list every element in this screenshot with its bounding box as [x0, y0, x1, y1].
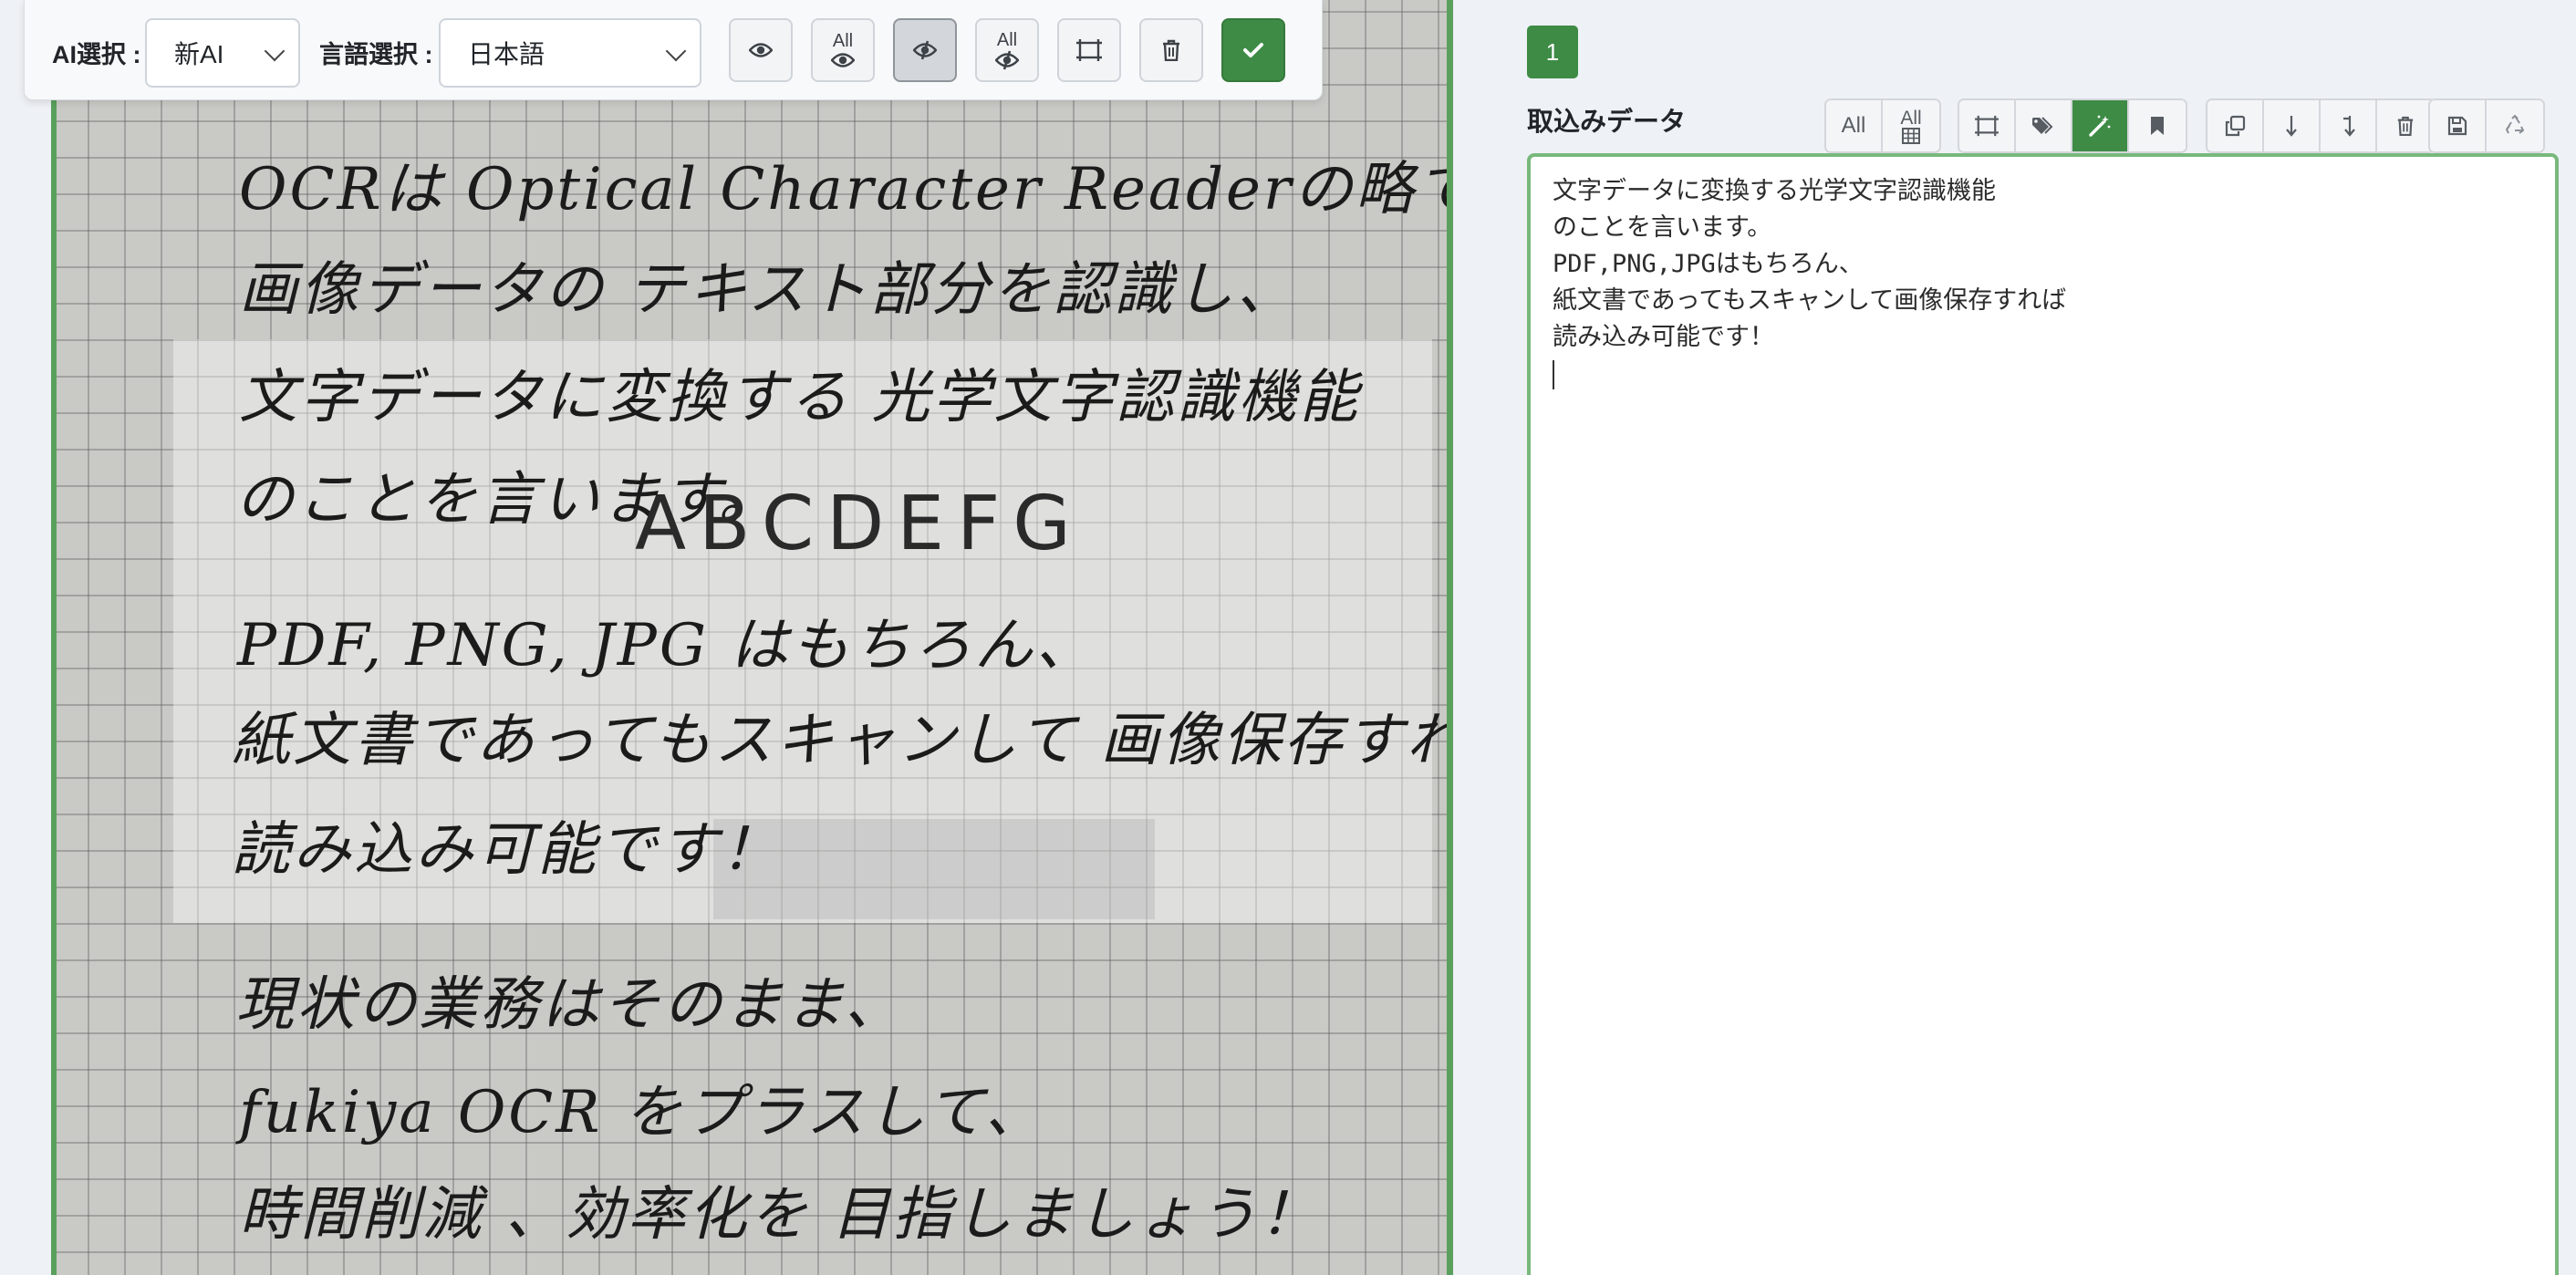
chevron-down-icon	[264, 40, 286, 62]
delete-text-button[interactable]	[2377, 100, 2434, 151]
handwritten-line: OCRは Optical Character Readerの略で、	[239, 156, 1453, 223]
trash-icon	[2397, 116, 2414, 136]
eye-slash-icon	[995, 50, 1019, 69]
handwritten-line: ABCDEFG	[635, 481, 1084, 567]
show-region-button[interactable]	[729, 18, 793, 82]
extracted-data-pane: 1 取込みデータ All All 文字データに変換する光学文字認識機能 のことを…	[1480, 0, 2576, 1275]
crop-region-icon	[1076, 39, 1102, 61]
text-line: PDF,PNG,JPGはもちろん、	[1553, 250, 1864, 278]
text-line: 読み込み可能です！	[1553, 323, 1774, 351]
confirm-button[interactable]	[1221, 18, 1285, 82]
eye-slash-icon	[913, 40, 937, 60]
arrow-turn-down-icon	[2343, 116, 2355, 137]
language-select-label: 言語選択 :	[319, 41, 433, 68]
insert-below-button[interactable]	[2321, 100, 2377, 151]
tags-button[interactable]	[2016, 100, 2072, 151]
table-icon	[1902, 127, 1920, 144]
add-region-button[interactable]	[1057, 18, 1121, 82]
language-select-value: 日本語	[468, 40, 545, 68]
recycle-icon	[2506, 115, 2524, 134]
save-tools-group	[2428, 98, 2545, 153]
edit-tools-group	[2206, 98, 2436, 153]
handwritten-line: 読み込み可能です！	[232, 816, 782, 884]
magic-wand-icon	[2089, 115, 2111, 137]
text-caret	[1553, 359, 1554, 389]
arrow-down-icon	[2286, 116, 2297, 137]
language-select[interactable]: 日本語	[439, 18, 701, 88]
handwritten-line: fukiya OCR をプラスして、	[239, 1079, 1046, 1146]
save-icon	[2447, 116, 2467, 136]
copy-button[interactable]	[2207, 100, 2264, 151]
reset-button[interactable]	[2487, 100, 2543, 151]
hide-all-regions-button[interactable]: All	[975, 18, 1039, 82]
bookmark-icon	[2151, 117, 2164, 135]
delete-region-button[interactable]	[1139, 18, 1203, 82]
handwritten-line: PDF, PNG, JPG はもちろん、	[237, 612, 1097, 679]
eye-icon	[749, 43, 773, 57]
hide-region-button[interactable]	[893, 18, 957, 82]
handwritten-line: 紙文書であってもスキャンして 画像保存すれば	[232, 707, 1453, 774]
ai-select[interactable]: 新AI	[145, 18, 300, 88]
image-toolbar: AI選択 : 新AI 言語選択 : 日本語 All All	[24, 0, 1323, 100]
ai-select-label: AI選択 :	[52, 41, 141, 68]
text-line: のことを言います。	[1553, 213, 1772, 242]
select-all-button[interactable]: All	[1826, 100, 1883, 151]
trash-icon	[1163, 39, 1179, 61]
auto-ocr-button[interactable]	[2072, 100, 2129, 151]
save-button[interactable]	[2430, 100, 2487, 151]
all-label: All	[996, 29, 1018, 50]
text-line: 文字データに変換する光学文字認識機能	[1553, 177, 1996, 205]
document-image[interactable]: OCRは Optical Character Readerの略で、 画像データの…	[51, 0, 1453, 1275]
select-all-group: All All	[1824, 98, 1941, 153]
page-number-badge[interactable]: 1	[1527, 26, 1578, 78]
show-all-regions-button[interactable]: All	[811, 18, 875, 82]
handwritten-line: 画像データの テキスト部分を認識し、	[239, 256, 1298, 324]
region-tools-group	[1958, 98, 2187, 153]
select-all-table-button[interactable]: All	[1883, 100, 1939, 151]
crop-region-icon	[1975, 115, 1999, 137]
bookmark-button[interactable]	[2129, 100, 2186, 151]
all-label: All	[1900, 107, 1922, 129]
text-line: 紙文書であってもスキャンして画像保存すれば	[1553, 286, 2067, 315]
check-icon	[1243, 43, 1263, 57]
section-title: 取込みデータ	[1527, 108, 1687, 137]
region-button[interactable]	[1959, 100, 2016, 151]
extracted-text-editor[interactable]: 文字データに変換する光学文字認識機能 のことを言います。 PDF,PNG,JPG…	[1527, 153, 2559, 1275]
handwritten-line: 文字データに変換する 光学文字認識機能	[239, 364, 1361, 431]
tags-icon	[2032, 117, 2053, 134]
image-viewer-pane: OCRは Optical Character Readerの略で、 画像データの…	[0, 0, 1480, 1275]
eye-icon	[831, 52, 855, 67]
handwritten-line: 時間削減 、効率化を 目指しましょう！	[239, 1181, 1321, 1249]
copy-icon	[2225, 115, 2246, 137]
all-label: All	[1841, 113, 1866, 138]
all-label: All	[832, 30, 854, 51]
text-caret-line	[1553, 356, 2533, 392]
handwritten-line: 現状の業務はそのまま、	[235, 971, 906, 1039]
chevron-down-icon	[665, 40, 687, 62]
ai-select-value: 新AI	[174, 40, 224, 68]
move-down-button[interactable]	[2264, 100, 2321, 151]
